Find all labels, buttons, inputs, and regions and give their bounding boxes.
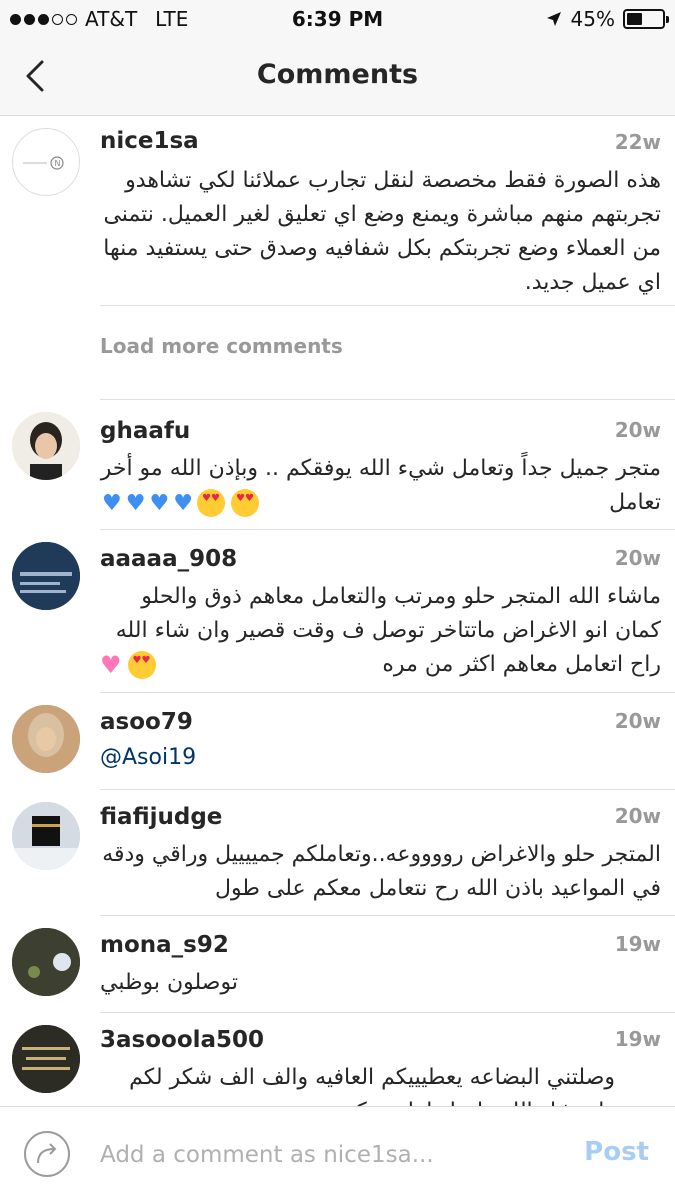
status-bar: AT&T LTE 6:39 PM 45% bbox=[0, 0, 675, 38]
avatar[interactable] bbox=[12, 928, 80, 996]
comment-text: وصلتني البضاعه يعطيييكم العافيه والف الف… bbox=[129, 1065, 615, 1106]
comment-text: هذه الصورة فقط مخصصة لنقل تجارب عملائنا … bbox=[103, 168, 661, 295]
comment-time: 20w bbox=[614, 709, 661, 733]
list-item: aaaaa_908 20w ماشاء الله المتجر حلو ومرت… bbox=[0, 530, 675, 693]
page-title: Comments bbox=[256, 59, 419, 90]
post-button[interactable]: Post bbox=[584, 1137, 649, 1167]
heart-eyes-icon bbox=[196, 489, 225, 517]
avatar[interactable] bbox=[12, 1025, 80, 1093]
comment-username[interactable]: nice1sa bbox=[100, 128, 199, 154]
comment-time: 20w bbox=[614, 804, 661, 828]
load-more-row[interactable]: Load more comments bbox=[0, 306, 675, 400]
avatar[interactable] bbox=[12, 705, 80, 773]
comment-username[interactable]: asoo79 bbox=[100, 709, 193, 735]
comments-list[interactable]: N nice1sa 22w هذه الصورة فقط مخصصة لنقل … bbox=[0, 116, 675, 1106]
comment-mention[interactable]: @Asoi19 bbox=[100, 741, 196, 775]
list-item: mona_s92 19w توصلون بوظبي bbox=[0, 916, 675, 1013]
svg-text:N: N bbox=[55, 159, 61, 168]
list-item: fiafijudge 20w المتجر حلو والاغراض روووو… bbox=[0, 790, 675, 916]
heart-eyes-icon bbox=[230, 489, 259, 517]
comment-text: توصلون بوظبي bbox=[100, 970, 238, 995]
comment-text: ماشاء الله المتجر حلو ومرتب والتعامل معا… bbox=[115, 584, 661, 677]
comment-time: 19w bbox=[614, 1027, 661, 1051]
avatar[interactable] bbox=[12, 542, 80, 610]
nav-header: Comments bbox=[0, 38, 675, 116]
heart-eyes-icon bbox=[127, 651, 156, 679]
status-right: 45% bbox=[545, 7, 669, 31]
battery-percent: 45% bbox=[570, 7, 615, 31]
blue-heart-icon: ♥ bbox=[102, 490, 122, 516]
comment-input-bar: Post bbox=[0, 1106, 675, 1200]
list-item: asoo79 20w @Asoi19 bbox=[0, 693, 675, 790]
avatar[interactable] bbox=[12, 412, 80, 480]
sparkling-heart-icon: ♥ bbox=[100, 651, 122, 679]
comment-username[interactable]: aaaaa_908 bbox=[100, 546, 237, 572]
comment-username[interactable]: fiafijudge bbox=[100, 804, 222, 830]
comment-text: المتجر حلو والاغراض رووووعه..وتعاملكم جم… bbox=[102, 842, 661, 901]
blue-heart-icon: ♥ bbox=[149, 490, 170, 516]
comment-username[interactable]: 3asooola500 bbox=[100, 1027, 264, 1053]
comment-input[interactable] bbox=[100, 1137, 560, 1173]
battery-icon bbox=[623, 9, 669, 29]
comment-username[interactable]: mona_s92 bbox=[100, 932, 229, 958]
avatar[interactable]: N bbox=[12, 128, 80, 196]
emoji-row: ♥ ♥ ♥ ♥ bbox=[100, 486, 261, 520]
list-item: ghaafu 20w متجر جميل جداً وتعامل شيء الل… bbox=[0, 400, 675, 530]
blue-heart-icon: ♥ bbox=[125, 490, 146, 516]
comment-time: 20w bbox=[614, 418, 661, 442]
load-more-button[interactable]: Load more comments bbox=[100, 334, 343, 358]
list-item: 3asooola500 19w وصلتني البضاعه يعطيييكم … bbox=[0, 1013, 675, 1106]
caption-comment: N nice1sa 22w هذه الصورة فقط مخصصة لنقل … bbox=[0, 116, 675, 306]
avatar[interactable] bbox=[12, 802, 80, 870]
reply-arrow-icon[interactable] bbox=[24, 1131, 70, 1177]
comment-time: 20w bbox=[614, 546, 661, 570]
comment-time: 19w bbox=[614, 932, 661, 956]
blue-heart-icon: ♥ bbox=[173, 490, 193, 516]
comment-username[interactable]: ghaafu bbox=[100, 418, 190, 444]
location-arrow-icon bbox=[546, 12, 561, 26]
emoji-row: ♥ bbox=[100, 648, 158, 682]
comment-time: 22w bbox=[614, 130, 661, 154]
